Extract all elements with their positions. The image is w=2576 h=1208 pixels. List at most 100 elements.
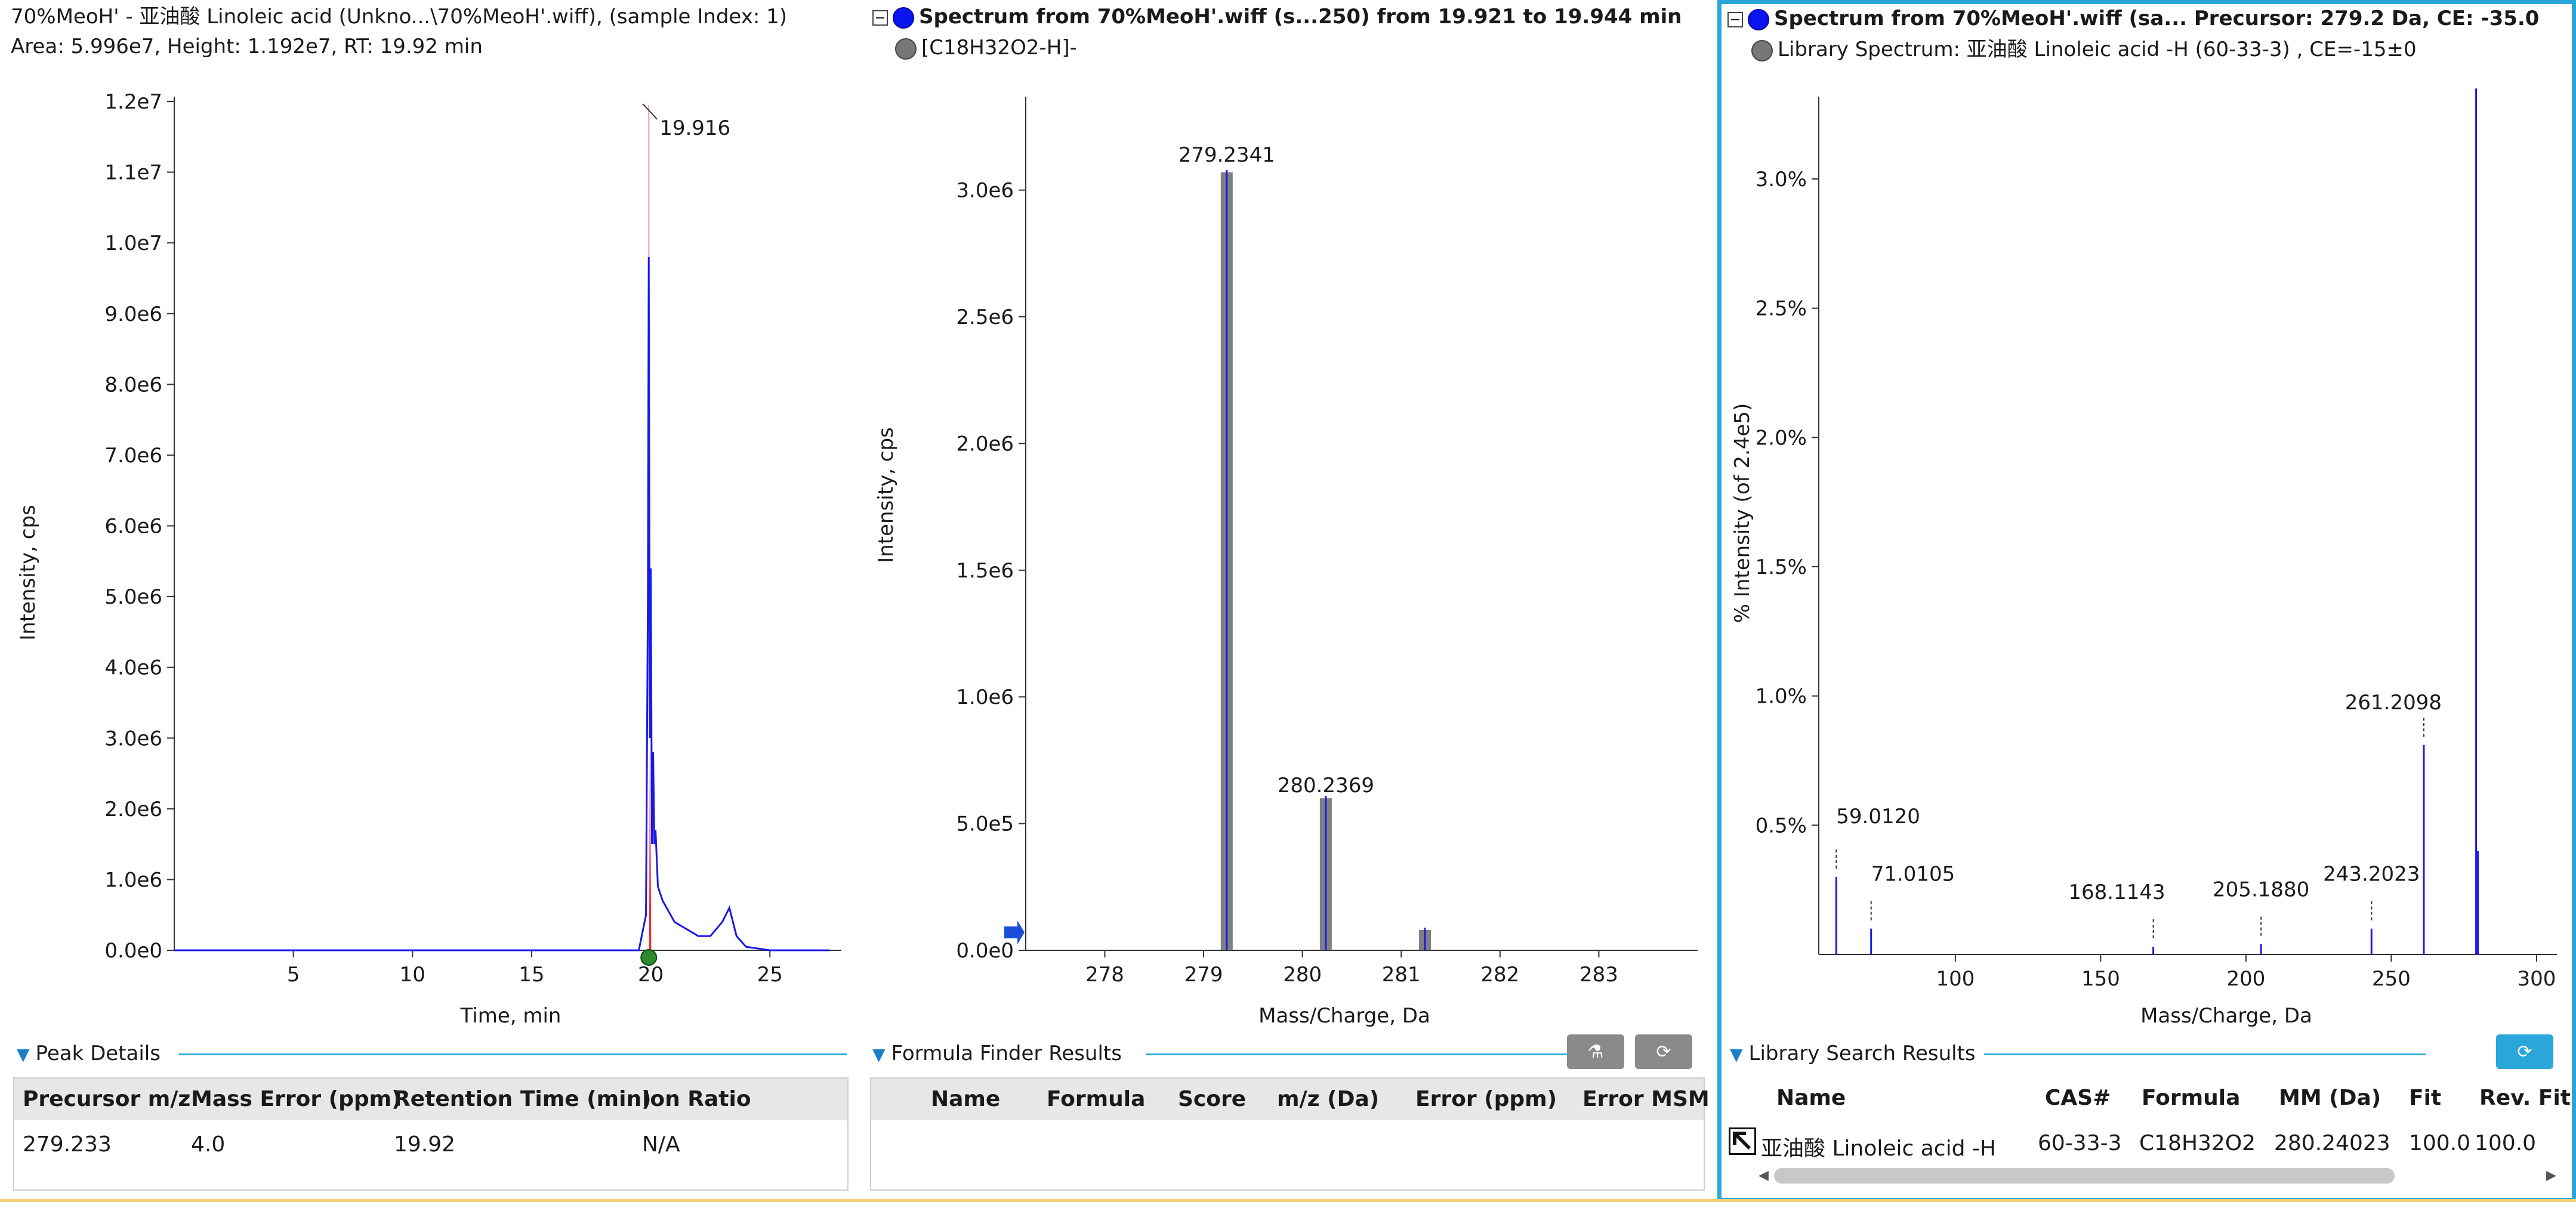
- col-formula[interactable]: Formula: [2142, 1077, 2240, 1119]
- cell-name: 亚油酸 Linoleic acid -H: [1761, 1136, 1996, 1161]
- y-tick-label: 1.1e7: [104, 161, 162, 185]
- x-tick-label: 200: [2226, 967, 2265, 991]
- y-tick-label: 5.0e6: [104, 585, 162, 609]
- collapse-triangle-icon[interactable]: ▼: [872, 1045, 886, 1064]
- x-tick-label: 150: [2081, 967, 2120, 991]
- y-tick-label: 1.2e7: [104, 90, 162, 114]
- peak-label: 205.1880: [2213, 878, 2309, 902]
- chromatogram-chart[interactable]: Intensity, cps Time, min 0.0e0 1.0e6 2.0e6…: [0, 84, 859, 1038]
- library-spectrum-panel: Spectrum from 70%MeoH'.wiff (sa... Precu…: [1717, 0, 2576, 1202]
- y-tick-label: 8.0e6: [104, 373, 162, 397]
- scroll-left-arrow[interactable]: ◀: [1759, 1168, 1769, 1183]
- library-search-table: Name CAS# Formula MM (Da) Fit Rev. Fit 亚…: [1722, 1077, 2572, 1197]
- library-refresh-button[interactable]: ⟳: [2496, 1034, 2553, 1069]
- x-tick-label: 25: [757, 963, 783, 987]
- structure-link-icon[interactable]: [1729, 1127, 1756, 1155]
- col-name[interactable]: Name: [931, 1079, 1000, 1120]
- col-mm[interactable]: MM (Da): [2279, 1077, 2381, 1119]
- gray-series-icon[interactable]: [1751, 39, 1773, 61]
- x-tick-label: 250: [2372, 967, 2411, 991]
- col-fit[interactable]: Fit: [2409, 1077, 2441, 1119]
- y-tick-label: 3.0e6: [956, 179, 1014, 203]
- spectrum-title-row: Spectrum from 70%MeoH'.wiff (s...250) fr…: [872, 2, 1682, 31]
- peak-label: 71.0105: [1871, 863, 1955, 886]
- library-spectrum-subtitle: Library Spectrum: 亚油酸 Linoleic acid -H (…: [1778, 38, 2417, 61]
- col-cas[interactable]: CAS#: [2045, 1077, 2111, 1119]
- collapse-triangle-icon[interactable]: ▼: [17, 1045, 30, 1064]
- col-retention-time[interactable]: Retention Time (min): [394, 1079, 652, 1120]
- x-axis-label: Mass/Charge, Da: [1258, 1004, 1430, 1028]
- blue-series-icon[interactable]: [1748, 8, 1769, 30]
- x-tick-label: 279: [1184, 963, 1223, 987]
- peak-label-leader: [642, 103, 658, 120]
- y-axis-label: Intensity, cps: [16, 505, 40, 641]
- y-tick-label: 2.0e6: [104, 798, 162, 821]
- cell-ion-ratio: N/A: [642, 1132, 680, 1157]
- col-mz[interactable]: m/z (Da): [1277, 1079, 1379, 1120]
- y-tick-label: 3.0%: [1756, 168, 1807, 191]
- horizontal-scrollbar[interactable]: [1774, 1168, 2395, 1184]
- col-ion-ratio[interactable]: Ion Ratio: [642, 1079, 751, 1120]
- peak-label: 243.2023: [2323, 863, 2420, 886]
- collapse-icon[interactable]: [872, 10, 888, 26]
- collapse-icon[interactable]: [1727, 11, 1743, 27]
- y-tick-label: 1.0e6: [104, 868, 162, 892]
- y-tick-label: 2.5e6: [956, 305, 1014, 329]
- spectrum-subtitle-row: [C18H32O2-H]-: [895, 33, 1077, 62]
- peak-details-table: Precursor m/z Mass Error (ppm) Retention…: [13, 1077, 849, 1191]
- cell-retention-time: 19.92: [394, 1132, 456, 1157]
- library-spectrum-chart[interactable]: % Intensity (of 2.4e5) Mass/Charge, Da 0…: [1722, 84, 2572, 1038]
- scroll-right-arrow[interactable]: ▶: [2546, 1168, 2556, 1183]
- formula-finder-header[interactable]: ▼ Formula Finder Results: [872, 1040, 1122, 1068]
- col-score[interactable]: Score: [1178, 1079, 1246, 1120]
- x-tick-label: 283: [1579, 963, 1618, 987]
- col-mass-error[interactable]: Mass Error (ppm): [191, 1079, 402, 1120]
- cell-fit: 100.0: [2409, 1131, 2471, 1156]
- col-name[interactable]: Name: [1776, 1077, 1846, 1119]
- col-error-msms[interactable]: Error MSMS: [1582, 1079, 1710, 1120]
- peak-label: 261.2098: [2345, 691, 2442, 715]
- table-header: Precursor m/z Mass Error (ppm) Retention…: [14, 1079, 847, 1120]
- table-header: Name CAS# Formula MM (Da) Fit Rev. Fit: [1722, 1077, 2572, 1119]
- gray-series-icon[interactable]: [895, 38, 917, 60]
- y-tick-label: 0.5%: [1756, 814, 1807, 838]
- collapse-triangle-icon[interactable]: ▼: [1730, 1045, 1743, 1064]
- flask-icon: ⚗: [1587, 1041, 1604, 1062]
- y-axis-label: % Intensity (of 2.4e5): [1730, 403, 1754, 623]
- section-divider: [179, 1053, 847, 1055]
- x-tick-label: 20: [638, 963, 664, 987]
- table-header: Name Formula Score m/z (Da) Error (ppm) …: [871, 1079, 1710, 1120]
- x-tick-label: 15: [519, 963, 544, 987]
- status-divider: [0, 1199, 2576, 1202]
- x-axis-label: Mass/Charge, Da: [2140, 1004, 2312, 1028]
- peak-start-marker-icon: [640, 949, 658, 966]
- y-tick-label: 7.0e6: [104, 444, 162, 468]
- col-formula[interactable]: Formula: [1047, 1079, 1145, 1120]
- y-tick-label: 1.5e6: [956, 559, 1014, 583]
- x-tick-label: 278: [1085, 963, 1124, 987]
- x-tick-label: 5: [287, 963, 300, 987]
- y-tick-label: 1.5%: [1756, 555, 1807, 579]
- peak-label: 168.1143: [2068, 880, 2165, 904]
- formula-refresh-button[interactable]: ⟳: [1635, 1034, 1692, 1069]
- peak-details-header[interactable]: ▼ Peak Details: [17, 1040, 161, 1068]
- refresh-icon: ⟳: [1656, 1041, 1671, 1062]
- col-error-ppm[interactable]: Error (ppm): [1415, 1079, 1557, 1120]
- peak-label: 279.2341: [1179, 143, 1275, 167]
- library-spectrum-title: Spectrum from 70%MeoH'.wiff (sa... Precu…: [1774, 7, 2540, 30]
- library-search-header[interactable]: ▼ Library Search Results: [1730, 1040, 1976, 1068]
- x-axis-label: Time, min: [460, 1004, 562, 1028]
- formula-settings-button[interactable]: ⚗: [1567, 1034, 1624, 1069]
- blue-series-icon[interactable]: [893, 7, 914, 29]
- col-rev-fit[interactable]: Rev. Fit: [2479, 1077, 2571, 1119]
- y-tick-label: 4.0e6: [104, 656, 162, 680]
- x-tick-label: 282: [1480, 963, 1519, 987]
- col-precursor-mz[interactable]: Precursor m/z: [23, 1079, 190, 1120]
- ms-spectrum-chart[interactable]: Intensity, cps Mass/Charge, Da 0.0e0 5.0e…: [859, 84, 1710, 1038]
- y-tick-label: 2.0e6: [956, 432, 1014, 456]
- library-search-title: Library Search Results: [1748, 1042, 1976, 1065]
- y-axis-label: Intensity, cps: [874, 427, 898, 563]
- y-tick-label: 1.0e6: [956, 685, 1014, 709]
- peak-label: 280.2369: [1278, 774, 1374, 798]
- section-divider: [1984, 1053, 2426, 1055]
